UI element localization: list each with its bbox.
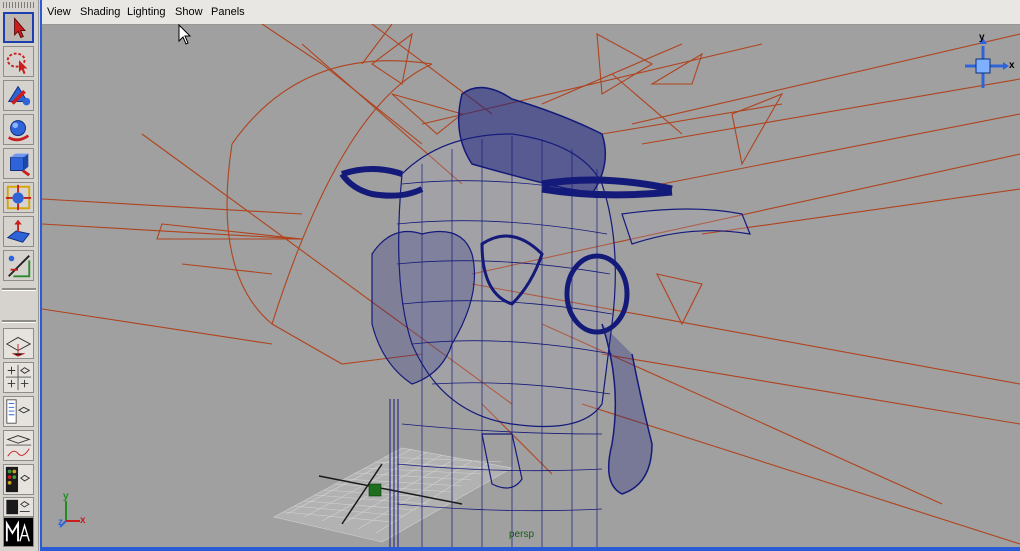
maya-logo (3, 517, 34, 547)
maya-logo-icon (5, 520, 30, 542)
menu-view[interactable]: View (47, 6, 71, 18)
show-manipulator-button[interactable] (3, 250, 34, 281)
camera-name-label: persp (509, 529, 535, 540)
panel-menu-bar: View Shading Lighting Show Panels (42, 0, 1020, 25)
script-editor-layout-icon (6, 499, 30, 515)
viewcube-y-label: y (979, 32, 985, 43)
lasso-select-tool-button[interactable] (3, 46, 34, 77)
axis-y-label: y (63, 491, 69, 502)
axis-x-label: x (80, 515, 86, 526)
perspective-viewport[interactable]: View Shading Lighting Show Panels y x y … (40, 0, 1020, 551)
origin-axis-indicator: y z x (56, 491, 96, 540)
rotate-tool-button[interactable] (3, 148, 34, 179)
four-view-icon (5, 364, 32, 391)
universal-manip-icon (5, 184, 32, 211)
lasso-icon (6, 52, 28, 75)
extra-layout-button[interactable] (3, 497, 34, 517)
scale-tool-button[interactable] (3, 182, 34, 213)
select-tool-button[interactable] (3, 12, 34, 43)
menu-panels[interactable]: Panels (211, 6, 245, 18)
four-view-layout-button[interactable] (3, 362, 34, 393)
viewcube-icon (965, 38, 1009, 88)
show-manip-icon (8, 255, 31, 278)
hypershade-icon (5, 466, 31, 493)
axis-triad-icon (59, 501, 80, 528)
soft-mod-icon (6, 219, 31, 243)
single-perspective-layout-button[interactable] (3, 328, 34, 359)
perspective-outliner-layout-button[interactable] (3, 396, 34, 427)
ground-grid (273, 447, 513, 543)
toolbox (0, 0, 39, 551)
scene-view (42, 24, 1020, 547)
viewport-border-bottom (42, 547, 1020, 551)
selected-object-marker (368, 483, 382, 497)
mouse-cursor (178, 23, 192, 51)
paint-select-tool-button[interactable] (3, 80, 34, 111)
move-icon (7, 120, 30, 142)
graph-layout-icon (5, 435, 32, 457)
hypershade-layout-button[interactable] (3, 464, 34, 495)
rotate-icon (10, 153, 31, 177)
single-view-icon (5, 336, 32, 357)
move-tool-button[interactable] (3, 114, 34, 145)
menu-shading[interactable]: Shading (80, 6, 120, 18)
toolbox-grip[interactable] (3, 2, 35, 8)
toolbox-separator (2, 320, 36, 323)
select-arrow-icon (14, 17, 26, 39)
outliner-icon (6, 399, 31, 424)
paint-select-icon (7, 85, 31, 106)
menu-lighting[interactable]: Lighting (127, 6, 166, 18)
universal-manipulator-button[interactable] (3, 216, 34, 247)
pointer-cursor-icon (178, 23, 192, 45)
viewcube-x-label: x (1009, 60, 1015, 71)
axis-z-label: z (58, 517, 63, 528)
perspective-graph-layout-button[interactable] (3, 430, 34, 461)
toolbox-separator (2, 288, 36, 291)
menu-show[interactable]: Show (175, 6, 203, 18)
view-compass[interactable]: y x (957, 32, 1017, 107)
